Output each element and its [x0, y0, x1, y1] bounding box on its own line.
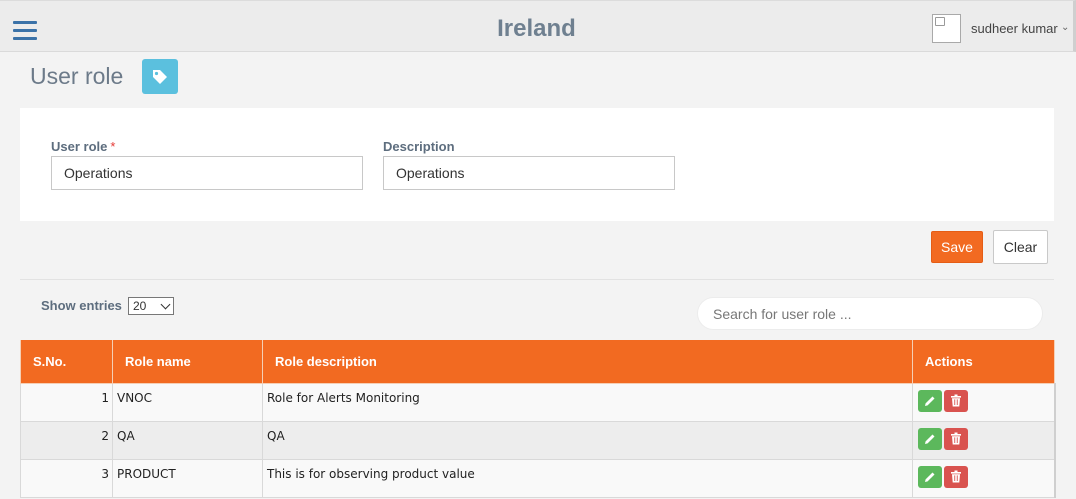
pencil-icon	[925, 434, 935, 444]
user-role-input[interactable]	[51, 156, 363, 190]
chevron-down-icon[interactable]: ⌄	[1061, 22, 1069, 33]
edit-button[interactable]	[918, 465, 942, 488]
required-mark: *	[110, 139, 116, 154]
trash-icon	[951, 394, 961, 407]
save-button[interactable]: Save	[931, 231, 983, 263]
edit-button[interactable]	[918, 427, 942, 450]
pencil-icon	[925, 396, 935, 406]
cell-actions	[912, 420, 1056, 460]
user-role-label: User role *	[51, 139, 116, 154]
delete-button[interactable]	[944, 465, 968, 488]
page-title: User role	[30, 63, 124, 89]
cell-role-description: Role for Alerts Monitoring	[262, 382, 913, 422]
edit-button[interactable]	[918, 389, 942, 412]
avatar[interactable]	[932, 14, 961, 43]
chevron-down-icon	[160, 299, 171, 310]
top-bar: Ireland sudheer kumar ⌄	[0, 0, 1076, 52]
divider	[20, 279, 1054, 280]
col-actions: Actions	[912, 340, 1055, 384]
tag-icon	[142, 59, 178, 94]
description-label: Description	[383, 139, 455, 154]
entries-select[interactable]: 20	[128, 297, 174, 315]
table-row: 2 QA QA	[20, 420, 1056, 460]
cell-actions	[912, 382, 1056, 422]
cell-role-description: QA	[262, 420, 913, 460]
entries-value: 20	[133, 299, 147, 313]
cell-actions	[912, 458, 1056, 498]
show-entries-label: Show entries	[41, 298, 122, 313]
description-input[interactable]	[383, 156, 675, 190]
delete-button[interactable]	[944, 427, 968, 450]
clear-button[interactable]: Clear	[993, 230, 1048, 264]
role-form: User role* Description	[20, 108, 1054, 221]
cell-role-description: This is for observing product value	[262, 458, 913, 498]
delete-button[interactable]	[944, 389, 968, 412]
app-title: Ireland	[497, 15, 576, 42]
cell-sno: 3	[20, 458, 113, 498]
broken-image-icon	[935, 17, 945, 26]
search-input[interactable]	[697, 297, 1043, 330]
user-name[interactable]: sudheer kumar	[971, 21, 1058, 36]
col-sno[interactable]: S.No.	[20, 340, 113, 384]
col-role-name[interactable]: Role name	[112, 340, 263, 384]
trash-icon	[951, 432, 961, 445]
cell-sno: 1	[20, 382, 113, 422]
cell-role-name: PRODUCT	[112, 458, 263, 498]
trash-icon	[951, 470, 961, 483]
cell-sno: 2	[20, 420, 113, 460]
table-row: 1 VNOC Role for Alerts Monitoring	[20, 382, 1056, 422]
cell-role-name: VNOC	[112, 382, 263, 422]
table-row: 3 PRODUCT This is for observing product …	[20, 458, 1056, 498]
col-role-description[interactable]: Role description	[262, 340, 913, 384]
pencil-icon	[925, 472, 935, 482]
roles-table: S.No. Role name Role description Actions…	[20, 340, 1056, 498]
cell-role-name: QA	[112, 420, 263, 460]
table-header-row: S.No. Role name Role description Actions	[20, 340, 1055, 384]
